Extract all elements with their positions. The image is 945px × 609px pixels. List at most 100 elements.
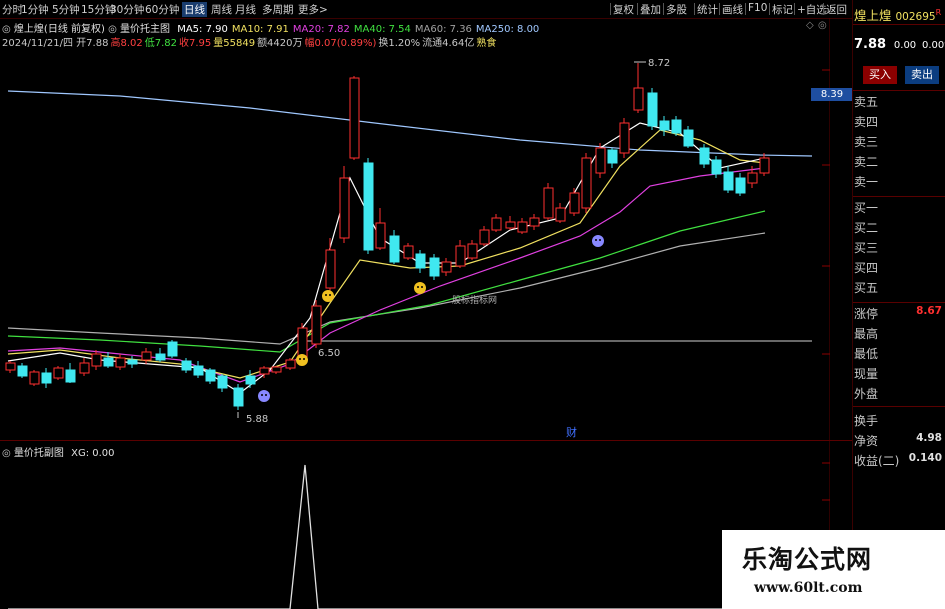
candle-body <box>167 341 178 357</box>
candle-body <box>735 177 746 194</box>
finance-marker: 财 <box>566 425 577 439</box>
smiley-icon-eye <box>325 294 327 296</box>
quote-panel: 煌上煌 002695R 7.88 0.00 0.00% 买入 卖出 卖五卖四卖三… <box>852 0 945 609</box>
stat-row: 现量 <box>854 365 944 382</box>
toolbar-btn-2[interactable]: 多股 <box>666 2 687 17</box>
sad-face-icon <box>258 390 270 402</box>
toolbar-btn-5[interactable]: F10 <box>748 2 767 14</box>
price-marker: 8.39 <box>811 88 853 101</box>
toolbar-separator <box>745 3 746 15</box>
period-tab-4[interactable]: 30分钟 <box>110 2 144 17</box>
toolbar-btn-0[interactable]: 复权 <box>613 2 634 17</box>
toolbar-separator <box>823 3 824 15</box>
sell-level-3: 卖三 <box>854 135 879 149</box>
candle-body <box>217 375 228 389</box>
candle-body <box>115 357 126 368</box>
smiley-icon <box>322 290 334 302</box>
toolbar-btn-3[interactable]: 统计 <box>697 2 718 17</box>
stat-row: 净资 4.98 <box>854 432 944 449</box>
candle-body <box>759 157 770 174</box>
period-tab-5[interactable]: 60分钟 <box>145 2 179 17</box>
sad-face-icon-eye <box>599 239 601 241</box>
candle-body <box>647 92 658 127</box>
stat-label: 涨停 <box>854 307 879 321</box>
settings-diamond-icon[interactable]: ◇ <box>806 20 814 31</box>
candle-body <box>747 172 758 184</box>
sell-level-1: 卖一 <box>854 175 879 189</box>
candle-body <box>491 217 502 231</box>
sad-face-icon <box>592 235 604 247</box>
buy-level-2: 买二 <box>854 221 879 235</box>
buy-button[interactable]: 买入 <box>863 66 897 84</box>
price-change: 0.00 <box>893 40 917 51</box>
ma5-line <box>7 122 766 394</box>
buy-level-4: 买四 <box>854 261 879 275</box>
ma60-line <box>7 232 766 345</box>
candle-body <box>5 362 16 371</box>
period-tab-6[interactable]: 日线 <box>182 2 207 17</box>
period-tab-0[interactable]: 分时 <box>2 2 23 17</box>
toolbar-btn-1[interactable]: 叠加 <box>640 2 661 17</box>
period-tab-2[interactable]: 5分钟 <box>52 2 80 17</box>
period-tab-10[interactable]: 更多> <box>298 2 328 17</box>
candle-body <box>441 261 452 273</box>
toolbar-btn-4[interactable]: 画线 <box>722 2 743 17</box>
smiley-icon-eye <box>303 358 305 360</box>
candle-body <box>619 122 630 154</box>
sad-face-icon-eye <box>265 394 267 396</box>
smiley-icon-eye <box>417 286 419 288</box>
expand-icon[interactable]: ◎ <box>818 20 827 31</box>
candle-body <box>517 221 528 233</box>
candle-body <box>205 369 216 382</box>
candle-body <box>699 147 710 165</box>
candle-body <box>375 222 386 249</box>
sell-level-5: 卖五 <box>854 95 879 109</box>
stat-label: 收益(二) <box>854 454 900 468</box>
sad-face-icon-eye <box>261 394 263 396</box>
toolbar-btn-6[interactable]: 标记 <box>772 2 793 17</box>
period-tab-8[interactable]: 月线 <box>235 2 256 17</box>
stat-row: 收益(二) 0.140 <box>854 452 944 469</box>
toolbar-btn-8[interactable]: 返回 <box>826 2 847 17</box>
toolbar-separator <box>637 3 638 15</box>
stat-row: 涨停 8.67 <box>854 305 944 322</box>
site-watermark: 乐淘公式网 www.60lt.com <box>722 530 945 609</box>
toolbar-separator <box>769 3 770 15</box>
candle-body <box>285 359 296 369</box>
candle-body <box>659 120 670 131</box>
stat-label: 最高 <box>854 327 879 341</box>
low-price-label: 5.88 <box>246 414 268 425</box>
toolbar-separator <box>794 3 795 15</box>
candle-body <box>53 367 64 379</box>
candle-body <box>29 371 40 385</box>
candle-body <box>723 171 734 191</box>
watermark-title: 乐淘公式网 <box>742 545 873 574</box>
candle-body <box>65 369 76 383</box>
main-kline-chart[interactable]: ◎ 煌上煌(日线 前复权) ◎ 量价托主图 MA5: 7.90 MA10: 7.9… <box>0 18 853 440</box>
smiley-icon <box>296 354 308 366</box>
stat-label: 最低 <box>854 347 879 361</box>
candle-body <box>127 359 138 365</box>
smiley-icon-eye <box>329 294 331 296</box>
stat-value: 4.98 <box>916 432 942 444</box>
toolbar-separator <box>719 3 720 15</box>
candle-body <box>91 353 102 367</box>
sell-button[interactable]: 卖出 <box>905 66 939 84</box>
period-tab-9[interactable]: 多周期 <box>262 2 294 17</box>
candle-body <box>633 87 644 111</box>
stat-value: 0.140 <box>908 452 942 464</box>
main-chart-svg: 8.677.887.096.388.725.886.50股标指标网财 <box>5 18 830 440</box>
sad-face-icon-eye <box>595 239 597 241</box>
candle-body <box>245 375 256 385</box>
period-toolbar: 分时 1分钟 5分钟 15分钟 30分钟 60分钟 日线 周线 月线 多周期 更多> 复权 叠加 多股统… <box>0 0 945 19</box>
candle-body <box>671 119 682 134</box>
candle-body <box>479 229 490 245</box>
period-tab-7[interactable]: 周线 <box>211 2 232 17</box>
period-tab-1[interactable]: 1分钟 <box>21 2 49 17</box>
candle-body <box>595 147 606 174</box>
candle-body <box>181 360 192 371</box>
stock-header: 煌上煌 002695R <box>854 5 941 24</box>
sub-indicator-chart[interactable]: ◎ 量价托副图 XG: 0.00 1.000.75 <box>0 440 852 609</box>
buy-level-5: 买五 <box>854 281 879 295</box>
quote-line: 7.88 0.00 0.00% <box>854 37 945 52</box>
